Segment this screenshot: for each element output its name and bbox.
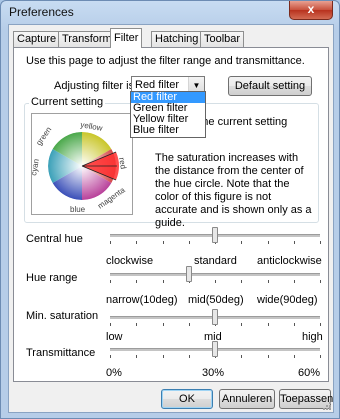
- slider-tick: [136, 280, 137, 283]
- ok-button[interactable]: OK: [161, 389, 213, 409]
- hue-range-thumb[interactable]: [186, 266, 192, 282]
- slider-tick: [110, 241, 111, 244]
- slider-tick: [294, 355, 295, 358]
- current-setting-label: Current setting: [29, 96, 106, 108]
- hue-range-mid-label: mid(50deg): [188, 294, 244, 306]
- window-title: Preferences: [9, 5, 74, 19]
- slider-tick: [320, 241, 321, 244]
- preferences-window: Preferences x Capture Transform Filter H…: [0, 0, 340, 419]
- close-button[interactable]: x: [289, 1, 333, 20]
- cancel-button[interactable]: Annuleren: [219, 389, 275, 409]
- slider-tick: [110, 280, 111, 283]
- slider-tick: [136, 355, 137, 358]
- intro-text: Use this page to adjust the filter range…: [26, 55, 305, 67]
- central-hue-label: Central hue: [26, 233, 83, 245]
- slider-tick: [136, 323, 137, 326]
- wheel-label-green: green: [34, 125, 53, 147]
- min-saturation-min-label: low: [106, 331, 123, 343]
- slider-tick: [163, 355, 164, 358]
- slider-tick: [215, 280, 216, 283]
- transmittance-thumb[interactable]: [212, 341, 218, 357]
- transmittance-max-label: 60%: [298, 367, 321, 379]
- slider-tick: [268, 241, 269, 244]
- slider-tick: [241, 355, 242, 358]
- slider-tick: [163, 241, 164, 244]
- hue-wheel-preview: yellow green red cyan magenta blue: [29, 113, 133, 215]
- slider-tick: [241, 323, 242, 326]
- slider-tick: [189, 355, 190, 358]
- slider-tick: [294, 280, 295, 283]
- slider-tick: [268, 355, 269, 358]
- slider-tick: [268, 323, 269, 326]
- slider-tick: [294, 241, 295, 244]
- wheel-label-cyan: cyan: [32, 158, 41, 176]
- hue-range-track[interactable]: [110, 273, 320, 276]
- dialog-client: Capture Transform Filter Hatching Toolba…: [8, 24, 334, 413]
- slider-tick: [163, 323, 164, 326]
- resize-grip-icon[interactable]: [322, 401, 332, 411]
- slider-tick: [163, 280, 164, 283]
- slider-tick: [136, 241, 137, 244]
- wheel-label-yellow: yellow: [80, 120, 104, 133]
- wheel-label-blue: blue: [70, 205, 86, 214]
- hue-range-label: Hue range: [26, 272, 78, 284]
- slider-tick: [110, 323, 111, 326]
- slider-tick: [110, 355, 111, 358]
- filter-dropdown-list: Red filter Green filter Yellow filter Bl…: [130, 91, 206, 138]
- slider-tick: [320, 323, 321, 326]
- default-setting-button[interactable]: Default setting: [228, 76, 312, 96]
- slider-tick: [241, 280, 242, 283]
- tab-capture[interactable]: Capture: [13, 31, 61, 47]
- slider-tick: [320, 280, 321, 283]
- dropdown-option-blue[interactable]: Blue filter: [131, 125, 205, 136]
- slider-tick: [189, 241, 190, 244]
- min-saturation-max-label: high: [302, 331, 323, 343]
- min-saturation-label: Min. saturation: [26, 310, 99, 322]
- min-saturation-thumb[interactable]: [212, 309, 218, 325]
- adjusting-filter-value: Red filter: [135, 79, 180, 91]
- transmittance-label: Transmittance: [26, 347, 96, 359]
- slider-tick: [268, 280, 269, 283]
- slider-tick: [320, 355, 321, 358]
- hue-range-max-label: wide(90deg): [257, 294, 318, 306]
- title-bar[interactable]: Preferences x: [1, 1, 339, 23]
- tab-hatching[interactable]: Hatching: [151, 31, 203, 47]
- transmittance-mid-label: 30%: [202, 367, 225, 379]
- slider-tick: [189, 323, 190, 326]
- slider-tick: [294, 323, 295, 326]
- central-hue-thumb[interactable]: [212, 227, 218, 243]
- filter-panel: Use this page to adjust the filter range…: [13, 47, 329, 382]
- adjusting-filter-label: Adjusting filter is:: [54, 80, 138, 92]
- tab-toolbar[interactable]: Toolbar: [200, 31, 245, 47]
- hue-range-min-label: narrow(10deg): [106, 294, 178, 306]
- slider-tick: [241, 241, 242, 244]
- tab-transform[interactable]: Transform: [58, 31, 116, 47]
- transmittance-min-label: 0%: [106, 367, 122, 379]
- description-paragraph: The saturation increases with the distan…: [155, 152, 312, 229]
- central-hue-min-label: clockwise: [106, 255, 154, 267]
- central-hue-mid-label: standard: [194, 255, 237, 267]
- central-hue-max-label: anticlockwise: [257, 255, 322, 267]
- tab-filter[interactable]: Filter: [110, 28, 143, 48]
